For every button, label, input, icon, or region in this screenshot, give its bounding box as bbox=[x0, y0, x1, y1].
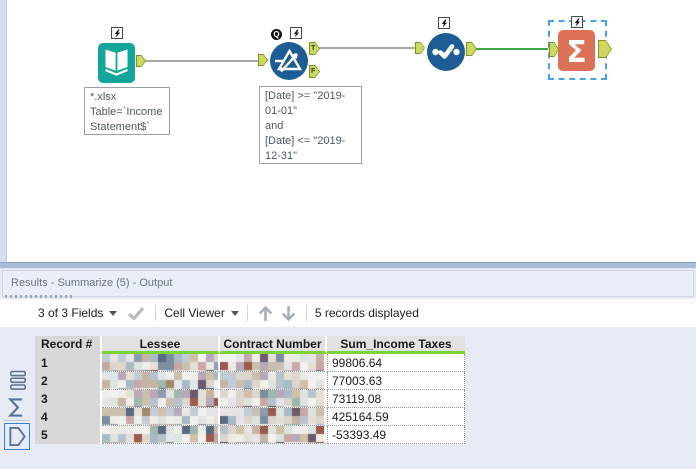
col-header-sum[interactable]: Sum_Income Taxes bbox=[327, 336, 465, 354]
results-panel-title: Results - Summarize (5) - Output bbox=[2, 270, 694, 297]
contract-number-cell-redacted bbox=[220, 390, 327, 408]
canvas-left-edge bbox=[0, 0, 7, 262]
arrow-up-icon[interactable] bbox=[258, 305, 273, 322]
col-header-record[interactable]: Record # bbox=[35, 336, 102, 354]
lightning-badge-icon bbox=[290, 27, 302, 39]
table-row[interactable]: 1 99806.64 bbox=[35, 354, 465, 372]
arrow-down-icon[interactable] bbox=[281, 305, 296, 322]
contract-number-cell-redacted bbox=[220, 408, 327, 426]
results-table-body: 1 99806.64 2 77003.63 3 73119.08 4 425164.59 5 -5… bbox=[35, 354, 465, 444]
sum-income-taxes-cell: 425164.59 bbox=[327, 408, 465, 426]
record-number-cell: 3 bbox=[35, 390, 102, 408]
lessee-cell-redacted bbox=[102, 372, 220, 390]
col-header-contract[interactable]: Contract Number bbox=[220, 336, 327, 354]
metadata-view-icon[interactable] bbox=[9, 369, 27, 392]
alteryx-designer-window: *.xlsx Table=`Income Statement$` Q T F [… bbox=[0, 0, 696, 469]
contract-number-cell-redacted bbox=[220, 372, 327, 390]
lessee-cell-redacted bbox=[102, 426, 220, 444]
record-number-cell: 1 bbox=[35, 354, 102, 372]
select-output-anchor[interactable] bbox=[466, 42, 477, 56]
contract-number-cell-redacted bbox=[220, 354, 327, 372]
lessee-cell-redacted bbox=[102, 390, 220, 408]
record-number-cell: 5 bbox=[35, 426, 102, 444]
filter-tool-annotation[interactable]: [Date] >= "2019- 01-01" and [Date] <= "2… bbox=[259, 86, 362, 164]
results-toolbar: 3 of 3 Fields Cell Viewer 5 records disp… bbox=[0, 299, 696, 327]
sidebar-divider bbox=[3, 420, 29, 421]
cell-viewer-selector[interactable]: Cell Viewer bbox=[164, 306, 239, 320]
filter-funnel-icon bbox=[270, 42, 308, 80]
input-anchor-view-icon[interactable] bbox=[8, 397, 25, 418]
cell-viewer-label: Cell Viewer bbox=[164, 306, 225, 320]
table-row[interactable]: 4 425164.59 bbox=[35, 408, 465, 426]
table-row[interactable]: 5 -53393.49 bbox=[35, 426, 465, 444]
connection-input-to-filter[interactable] bbox=[145, 60, 261, 62]
filter-input-anchor[interactable] bbox=[258, 54, 268, 66]
results-table[interactable]: Record # Lessee Contract Number Sum_Inco… bbox=[35, 336, 465, 444]
sum-income-taxes-cell: -53393.49 bbox=[327, 426, 465, 444]
chevron-down-icon bbox=[230, 310, 239, 316]
table-row[interactable]: 3 73119.08 bbox=[35, 390, 465, 408]
open-book-icon bbox=[98, 43, 135, 83]
select-input-anchor[interactable] bbox=[415, 42, 425, 54]
workflow-canvas[interactable]: *.xlsx Table=`Income Statement$` Q T F [… bbox=[0, 0, 696, 262]
col-header-lessee[interactable]: Lessee bbox=[102, 336, 220, 354]
summarize-tool[interactable]: Σ bbox=[558, 30, 595, 71]
sum-income-taxes-cell: 73119.08 bbox=[327, 390, 465, 408]
filter-false-anchor[interactable]: F bbox=[309, 65, 320, 78]
record-number-cell: 4 bbox=[35, 408, 102, 426]
summarize-output-anchor[interactable] bbox=[598, 40, 612, 58]
lessee-cell-redacted bbox=[102, 354, 220, 372]
apply-check-icon[interactable] bbox=[127, 306, 145, 320]
records-displayed-status: 5 records displayed bbox=[314, 306, 419, 320]
svg-text:Σ: Σ bbox=[566, 35, 587, 70]
contract-number-cell-redacted bbox=[220, 426, 327, 444]
lightning-badge-icon bbox=[571, 16, 583, 28]
lightning-badge-icon bbox=[438, 17, 450, 29]
toolbar-divider bbox=[155, 305, 157, 321]
input-data-tool[interactable] bbox=[98, 43, 135, 83]
sigma-icon: Σ bbox=[558, 30, 595, 71]
fields-selector[interactable]: 3 of 3 Fields bbox=[38, 306, 118, 320]
sum-income-taxes-cell: 99806.64 bbox=[327, 354, 465, 372]
output-anchor-icon bbox=[8, 427, 26, 446]
table-header-row: Record # Lessee Contract Number Sum_Inco… bbox=[35, 336, 465, 354]
input-tool-annotation[interactable]: *.xlsx Table=`Income Statement$` bbox=[84, 87, 170, 135]
results-panel: Results - Summarize (5) - Output 3 of 3 … bbox=[0, 268, 696, 469]
q-badge-icon: Q bbox=[271, 29, 282, 40]
select-check-icon bbox=[427, 33, 465, 71]
connection-filter-true-to-select[interactable] bbox=[319, 47, 418, 49]
toolbar-divider bbox=[305, 305, 307, 321]
output-anchor-view-selected[interactable] bbox=[4, 423, 30, 450]
select-tool[interactable] bbox=[427, 33, 465, 71]
record-number-cell: 2 bbox=[35, 372, 102, 390]
chevron-down-icon bbox=[109, 310, 118, 316]
toolbar-grip-handle[interactable] bbox=[5, 295, 73, 298]
input-output-anchor[interactable] bbox=[136, 55, 146, 67]
sum-income-taxes-cell: 77003.63 bbox=[327, 372, 465, 390]
connection-select-to-summarize[interactable] bbox=[476, 48, 550, 50]
summarize-input-anchor[interactable] bbox=[549, 42, 559, 57]
filter-tool[interactable] bbox=[270, 42, 308, 80]
filter-true-anchor[interactable]: T bbox=[309, 42, 320, 55]
table-row[interactable]: 2 77003.63 bbox=[35, 372, 465, 390]
lightning-badge-icon bbox=[111, 27, 123, 39]
toolbar-divider bbox=[246, 305, 248, 321]
fields-selector-label: 3 of 3 Fields bbox=[38, 306, 104, 320]
lessee-cell-redacted bbox=[102, 408, 220, 426]
results-sidebar bbox=[0, 327, 33, 469]
